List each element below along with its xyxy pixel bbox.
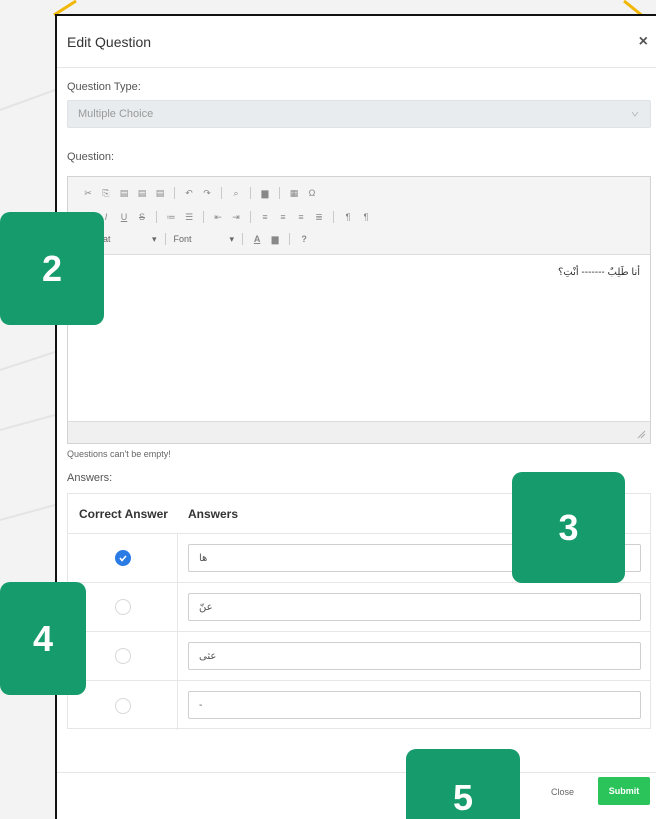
annotation-badge-4: 4: [0, 582, 86, 695]
correct-answer-radio[interactable]: [114, 550, 131, 566]
column-correct-answer: Correct Answer: [79, 506, 168, 521]
toolbar-row-1: ✂ ⎘ ▤ ▤ ▤ ↶ ↷ ⌕ ▆ ▦ Ω: [82, 185, 318, 201]
select-all-icon[interactable]: ▆: [259, 187, 271, 199]
bullet-list-icon[interactable]: ☰: [183, 211, 195, 223]
help-icon[interactable]: ?: [298, 233, 310, 245]
paste-icon[interactable]: ▤: [118, 187, 130, 199]
font-dropdown[interactable]: Font: [174, 234, 224, 244]
ordered-list-icon[interactable]: ≔: [165, 211, 177, 223]
question-label: Question:: [67, 151, 115, 163]
editor-toolbar: ✂ ⎘ ▤ ▤ ▤ ↶ ↷ ⌕ ▆ ▦ Ω B I U S: [68, 177, 650, 255]
annotation-badge-2: 2: [0, 212, 104, 325]
modal-footer: Close Submit: [57, 772, 656, 819]
answers-label: Answers:: [67, 472, 113, 484]
copy-icon[interactable]: ⎘: [100, 187, 112, 199]
find-icon[interactable]: ⌕: [230, 187, 242, 199]
chevron-down-icon: [631, 111, 639, 117]
table-row: عثى: [68, 632, 650, 681]
correct-answer-radio[interactable]: [114, 599, 131, 615]
question-editor: ✂ ⎘ ▤ ▤ ▤ ↶ ↷ ⌕ ▆ ▦ Ω B I U S: [67, 176, 651, 444]
editor-status-bar: [68, 421, 650, 443]
question-type-label: Question Type:: [67, 81, 141, 93]
toolbar-row-2: B I U S ≔ ☰ ⇤ ⇥ ≡ ≡ ≡ ≣ ¶ ¶: [82, 209, 372, 225]
answer-input[interactable]: -: [188, 691, 641, 719]
align-center-icon[interactable]: ≡: [277, 211, 289, 223]
outdent-icon[interactable]: ⇤: [212, 211, 224, 223]
table-row: عنّ: [68, 583, 650, 632]
annotation-badge-3: 3: [512, 472, 625, 583]
underline-icon[interactable]: U: [118, 211, 130, 223]
undo-icon[interactable]: ↶: [183, 187, 195, 199]
bg-color-icon[interactable]: ▆: [269, 233, 281, 245]
paste-word-icon[interactable]: ▤: [154, 187, 166, 199]
question-type-value: Multiple Choice: [78, 108, 154, 120]
modal-title: Edit Question: [67, 33, 152, 50]
column-answers: Answers: [188, 506, 239, 521]
toolbar-row-3: Format ▾ Font ▾ A ▆ ?: [82, 231, 310, 247]
validation-message: Questions can't be empty!: [67, 449, 171, 459]
indent-icon[interactable]: ⇥: [230, 211, 242, 223]
answer-input[interactable]: عنّ: [188, 593, 641, 621]
correct-answer-radio[interactable]: [114, 648, 131, 664]
question-content[interactable]: أنا طَلِبٌ ------- أنْتِ؟: [68, 255, 650, 423]
answer-input[interactable]: عثى: [188, 642, 641, 670]
table-icon[interactable]: ▦: [288, 187, 300, 199]
strike-icon[interactable]: S: [136, 211, 148, 223]
edit-question-modal: Edit Question × Question Type: Multiple …: [55, 14, 656, 819]
cut-icon[interactable]: ✂: [82, 187, 94, 199]
check-icon: [118, 555, 127, 562]
resize-handle-icon[interactable]: [636, 429, 646, 439]
modal-header: Edit Question ×: [57, 16, 656, 68]
special-char-icon[interactable]: Ω: [306, 187, 318, 199]
question-type-select[interactable]: Multiple Choice: [67, 100, 651, 128]
format-dropdown-chevron-icon[interactable]: ▾: [152, 234, 157, 245]
align-left-icon[interactable]: ≡: [259, 211, 271, 223]
correct-answer-radio[interactable]: [114, 697, 131, 714]
table-row: -: [68, 681, 650, 730]
close-button[interactable]: Close: [551, 787, 574, 797]
ltr-icon[interactable]: ¶: [342, 211, 354, 223]
redo-icon[interactable]: ↷: [201, 187, 213, 199]
submit-button[interactable]: Submit: [598, 777, 650, 805]
annotation-badge-5: 5: [406, 749, 520, 819]
font-dropdown-chevron-icon[interactable]: ▾: [230, 234, 235, 245]
close-x-icon[interactable]: ×: [639, 33, 648, 51]
paste-text-icon[interactable]: ▤: [136, 187, 148, 199]
rtl-icon[interactable]: ¶: [360, 211, 372, 223]
align-right-icon[interactable]: ≡: [295, 211, 307, 223]
text-color-icon[interactable]: A: [251, 233, 263, 245]
justify-icon[interactable]: ≣: [313, 211, 325, 223]
